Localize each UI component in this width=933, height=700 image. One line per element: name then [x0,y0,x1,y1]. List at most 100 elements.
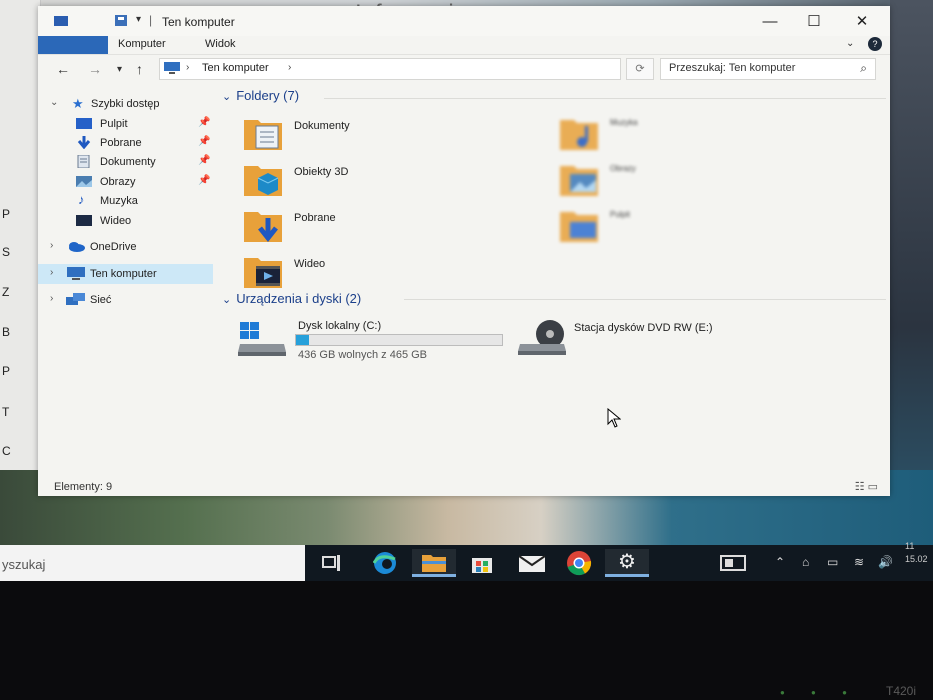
search-input[interactable]: Przeszukaj: Ten komputer ⌕ [660,58,876,80]
folder-item-obiekty-3d[interactable]: Obiekty 3D [244,160,504,204]
address-bar[interactable]: › Ten komputer › [159,58,621,80]
clock-date: 15.02 [905,554,928,564]
pin-icon[interactable]: 📌 [198,136,210,147]
sidebar-item-onedrive[interactable]: › OneDrive [38,237,213,257]
forward-arrow-icon[interactable]: → [88,61,102,77]
drive-item-c[interactable]: Dysk lokalny (C:) 436 GB wolnych z 465 G… [238,312,508,362]
expand-chevron-icon[interactable]: › [50,293,53,304]
recent-locations-icon[interactable]: ▾ [117,64,122,75]
expand-chevron-icon[interactable]: › [50,240,53,251]
folder-item-dokumenty[interactable]: Dokumenty [244,114,504,158]
sidebar-item-pobrane[interactable]: Pobrane 📌 [38,133,213,153]
3d-objects-folder-icon [244,166,282,196]
expand-chevron-icon[interactable]: › [50,267,53,278]
sidebar-item-quick-access[interactable]: ⌄ ★ Szybki dostęp [38,94,213,114]
folder-name: Wideo [294,258,326,270]
tray-device-icon[interactable]: ⌂ [802,555,809,569]
sidebar-item-label: Obrazy [100,176,136,188]
sidebar-item-muzyka[interactable]: ♪ Muzyka [38,191,213,211]
dvd-drive-icon [518,320,566,355]
title-bar[interactable]: ▾ | Ten komputer — ☐ ✕ [38,6,890,36]
tab-widok[interactable]: Widok [205,38,236,50]
computer-icon [67,267,85,280]
folder-item-pulpit[interactable]: Pulpit [560,206,820,250]
mouse-cursor-icon [607,408,621,428]
taskbar-search-input[interactable]: yszukaj [0,545,305,581]
edge-icon[interactable] [363,549,407,577]
breadcrumb-this-pc[interactable]: Ten komputer [202,62,269,74]
sidebar-item-label: OneDrive [90,241,137,253]
bg-window-letter: P [2,364,11,378]
downloads-folder-icon [244,212,282,242]
sidebar-item-label: Muzyka [100,195,138,207]
save-icon[interactable] [114,15,128,26]
sidebar-item-obrazy[interactable]: Obrazy 📌 [38,172,213,192]
file-tab[interactable] [38,36,108,54]
videos-folder-icon [244,258,282,288]
clock-time: 11 [905,541,915,551]
collapse-chevron-icon[interactable]: ⌄ [222,294,231,306]
download-arrow-icon [77,136,91,149]
network-icon [66,293,85,305]
group-header-folders[interactable]: ⌄ Foldery (7) [222,88,299,103]
tab-komputer[interactable]: Komputer [118,38,166,50]
maximize-button[interactable]: ☐ [794,9,834,33]
up-arrow-icon[interactable]: ↑ [136,61,143,77]
sidebar-item-wideo[interactable]: Wideo [38,211,213,231]
sidebar-item-label: Pobrane [100,137,142,149]
close-button[interactable]: ✕ [842,9,882,33]
sidebar-item-label: Sieć [90,294,112,306]
group-divider [404,299,886,300]
sidebar-item-dokumenty[interactable]: Dokumenty 📌 [38,152,213,172]
taskbar-clock[interactable]: 11 15.02 [905,540,928,566]
volume-icon[interactable]: 🔊 [878,555,893,569]
quick-access-dropdown-icon[interactable]: ▾ [136,14,141,25]
group-divider [324,98,886,99]
pin-icon[interactable]: 📌 [198,155,210,166]
sidebar-item-network[interactable]: › Sieć [38,290,213,310]
back-arrow-icon[interactable]: ← [56,61,70,77]
refresh-button[interactable]: ⟳ [626,58,654,80]
group-header-devices[interactable]: ⌄ Urządzenia i dyski (2) [222,291,361,306]
breadcrumb-chevron-icon[interactable]: › [288,62,291,73]
pin-icon[interactable]: 📌 [198,175,210,186]
pictures-icon [76,176,92,187]
bg-window-letter: P [2,207,11,221]
settings-icon[interactable]: ⚙ [605,549,649,577]
sidebar-item-pulpit[interactable]: Pulpit 📌 [38,114,213,134]
address-row: ← → ▾ ↑ › Ten komputer › ⟳ Przeszukaj: T… [38,54,890,84]
file-explorer-icon[interactable] [412,549,456,577]
navigation-pane: ⌄ ★ Szybki dostęp Pulpit 📌 Pobrane 📌 Dok… [38,86,216,478]
folder-name: Pulpit [610,210,631,219]
collapse-chevron-icon[interactable]: ⌄ [222,91,231,103]
folder-item-muzyka[interactable]: Muzyka [560,114,820,158]
taskbar-widget-icon[interactable] [711,549,755,577]
task-view-icon[interactable] [310,549,354,577]
chevron-down-icon[interactable]: ⌄ [846,38,854,49]
cloud-icon [69,242,85,252]
drive-item-e[interactable]: Stacja dysków DVD RW (E:) [518,312,778,362]
folder-icon [54,16,68,26]
drive-name: Dysk lokalny (C:) [298,320,382,332]
hidden-icons-chevron-icon[interactable]: ⌃ [775,555,785,569]
folder-item-obrazy[interactable]: Obrazy [560,160,820,204]
mail-icon[interactable] [510,549,554,577]
folder-item-pobrane[interactable]: Pobrane [244,206,504,250]
search-placeholder: Przeszukaj: Ten komputer [669,62,796,74]
bg-window-letter: Z [2,285,10,299]
store-icon[interactable] [460,549,504,577]
pin-icon[interactable]: 📌 [198,117,210,128]
minimize-button[interactable]: — [750,9,790,33]
chrome-icon[interactable] [557,549,601,577]
bg-window-letter: C [2,444,11,458]
music-folder-icon [560,120,598,150]
sidebar-item-label: Szybki dostęp [91,98,160,110]
help-icon[interactable]: ? [868,37,882,51]
sidebar-item-this-pc[interactable]: › Ten komputer [38,264,213,284]
battery-icon[interactable]: ▭ [827,555,838,569]
bg-window-letter: T [2,405,10,419]
expand-chevron-icon[interactable]: ⌄ [50,97,58,108]
folder-item-wideo[interactable]: Wideo [244,252,504,296]
wifi-icon[interactable]: ≋ [854,555,864,569]
view-toggle-icons[interactable]: ☷ ▭ [855,480,878,493]
